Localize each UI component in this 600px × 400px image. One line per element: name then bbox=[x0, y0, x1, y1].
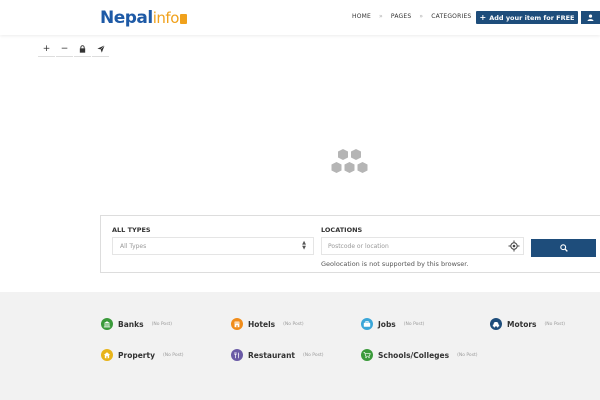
category-property[interactable]: Property (No Post) bbox=[101, 349, 183, 361]
cart-icon bbox=[361, 349, 373, 361]
category-jobs[interactable]: Jobs (No Post) bbox=[361, 318, 424, 330]
user-icon bbox=[587, 14, 594, 21]
category-motors[interactable]: Motors (No Post) bbox=[490, 318, 565, 330]
logo-text-info: info bbox=[152, 9, 180, 27]
nav-separator: » bbox=[379, 13, 383, 20]
category-name: Restaurant bbox=[248, 350, 295, 360]
types-select[interactable]: All Types ▲ ▼ bbox=[112, 237, 314, 255]
lock-icon bbox=[79, 45, 86, 53]
main-nav: HOME » PAGES » CATEGORIES bbox=[352, 13, 471, 20]
zoom-out-icon: − bbox=[60, 44, 69, 54]
categories-section: Banks (No Post) Hotels (No Post) Jobs (N… bbox=[0, 292, 600, 400]
add-item-button[interactable]: + Add your item for FREE bbox=[476, 11, 578, 24]
user-button[interactable] bbox=[581, 11, 600, 24]
search-panel: ALL TYPES LOCATIONS All Types ▲▼ Geoloca… bbox=[100, 215, 600, 273]
category-schools-colleges[interactable]: Schools/Colleges (No Post) bbox=[361, 349, 478, 361]
search-button[interactable] bbox=[531, 239, 596, 257]
hex-2 bbox=[351, 149, 361, 160]
category-count: (No Post) bbox=[162, 352, 184, 358]
category-name: Jobs bbox=[378, 319, 396, 329]
car-icon bbox=[490, 318, 502, 330]
nav-categories[interactable]: CATEGORIES bbox=[431, 13, 471, 20]
send-icon bbox=[96, 45, 105, 53]
category-name: Banks bbox=[118, 319, 144, 329]
category-name: Motors bbox=[507, 319, 537, 329]
hex-1 bbox=[338, 149, 348, 160]
zoom-in-icon: + bbox=[42, 44, 51, 54]
hex-3 bbox=[331, 162, 342, 173]
logo-text-nepal: Nepal bbox=[100, 8, 153, 28]
search-icon bbox=[559, 244, 568, 252]
select-arrows-icon: ▲ ▼ bbox=[302, 240, 306, 251]
category-restaurant[interactable]: Restaurant (No Post) bbox=[231, 349, 323, 361]
map-controls: + − bbox=[38, 42, 110, 57]
geolocation-icon[interactable] bbox=[508, 240, 520, 252]
add-item-label: Add your item for FREE bbox=[489, 13, 575, 22]
site-logo[interactable]: Nepal info bbox=[100, 8, 187, 28]
category-name: Schools/Colleges bbox=[378, 350, 450, 360]
category-hotels[interactable]: Hotels (No Post) bbox=[231, 318, 304, 330]
category-count: (No Post) bbox=[457, 352, 478, 358]
plus-icon: + bbox=[479, 13, 487, 22]
bank-icon bbox=[101, 318, 113, 330]
category-count: (No Post) bbox=[303, 352, 324, 358]
locations-label: LOCATIONS bbox=[321, 226, 363, 234]
geolocation-message: Geolocation is not supported by this bro… bbox=[321, 260, 469, 268]
nav-home[interactable]: HOME bbox=[352, 13, 371, 20]
category-banks[interactable]: Banks (No Post) bbox=[101, 318, 172, 330]
send-button[interactable] bbox=[92, 42, 109, 57]
site-header: Nepal info HOME » PAGES » CATEGORIES + A… bbox=[0, 0, 600, 35]
category-count: (No Post) bbox=[151, 321, 173, 327]
lock-button[interactable] bbox=[74, 42, 91, 57]
loading-spinner-icon bbox=[331, 149, 368, 173]
location-input[interactable] bbox=[321, 237, 524, 255]
category-name: Hotels bbox=[248, 319, 276, 329]
restaurant-icon bbox=[231, 349, 243, 361]
nav-pages[interactable]: PAGES bbox=[391, 13, 411, 20]
category-count: (No Post) bbox=[283, 321, 304, 327]
category-name: Property bbox=[118, 350, 155, 360]
logo-badge-icon bbox=[179, 14, 187, 24]
types-label: ALL TYPES bbox=[112, 226, 151, 234]
hex-5 bbox=[357, 162, 368, 173]
hotel-icon bbox=[231, 318, 243, 330]
nav-separator: » bbox=[419, 13, 424, 20]
zoom-out-button[interactable]: − bbox=[56, 42, 73, 57]
briefcase-icon bbox=[361, 318, 373, 330]
hex-4 bbox=[344, 162, 355, 173]
zoom-in-button[interactable]: + bbox=[38, 42, 55, 57]
types-select-value: All Types bbox=[120, 243, 147, 250]
category-count: (No Post) bbox=[544, 321, 566, 327]
category-count: (No Post) bbox=[403, 321, 425, 327]
home-icon bbox=[101, 349, 113, 361]
